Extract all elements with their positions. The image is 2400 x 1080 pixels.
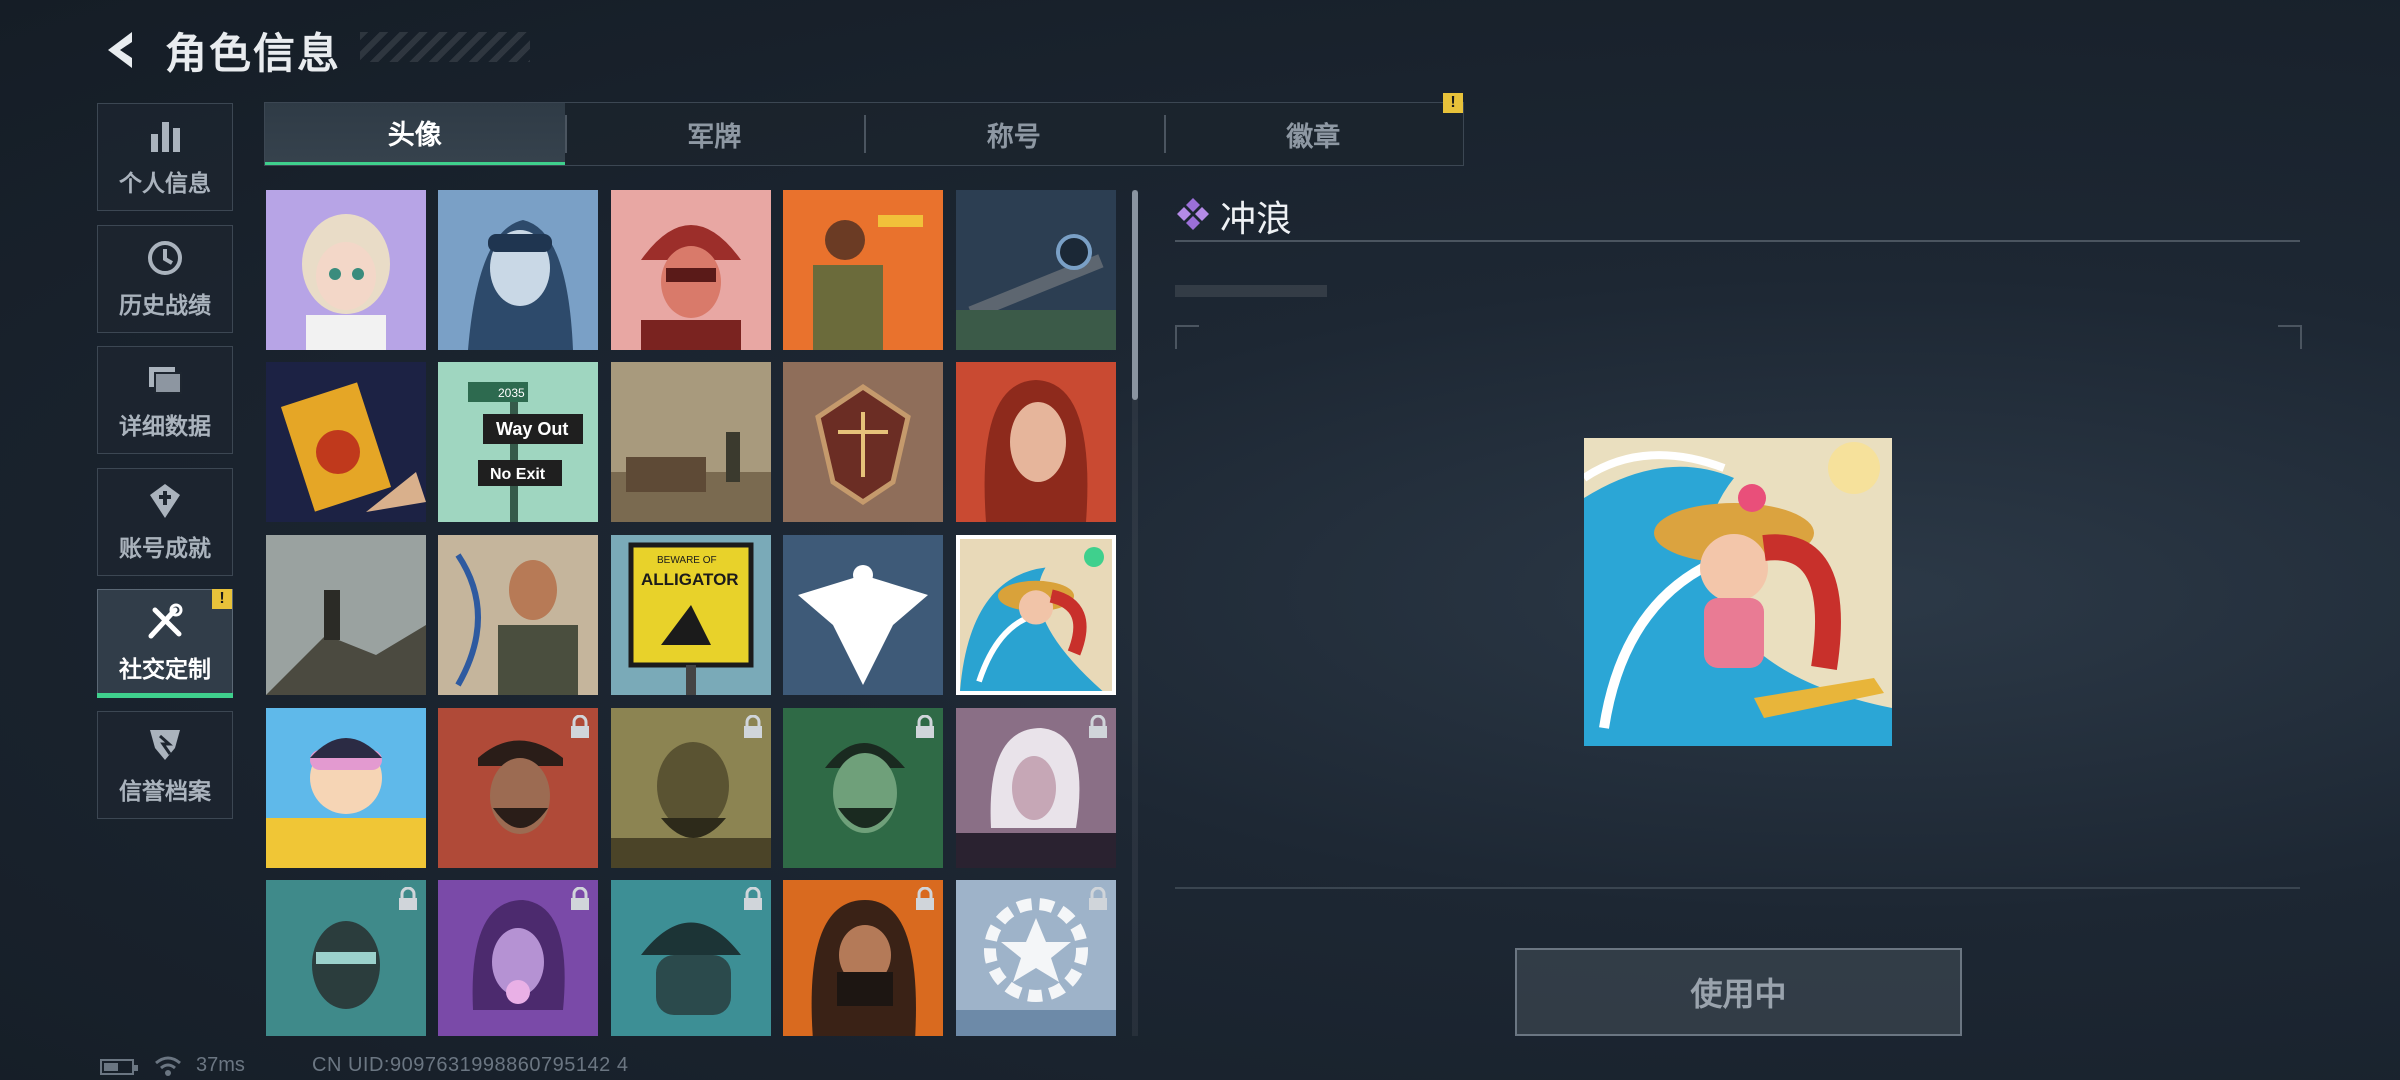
- lock-icon: [1089, 715, 1107, 738]
- avatar-red-helmet-soldier[interactable]: [611, 190, 771, 350]
- sidebar-item-label: 详细数据: [119, 413, 211, 439]
- lock-icon: [571, 715, 589, 738]
- sidebar-active-indicator: [97, 693, 233, 698]
- tab-avatar[interactable]: 头像: [265, 103, 565, 165]
- folder-icon: [149, 367, 182, 394]
- tools-icon: [148, 603, 183, 639]
- alert-badge: !: [212, 589, 232, 609]
- avatar-surfing-girl[interactable]: [956, 535, 1116, 695]
- divider: [1175, 240, 2300, 242]
- avatar-road-signs[interactable]: 2035 Way Out No Exit: [438, 362, 598, 522]
- avatar-glasses-operator[interactable]: [266, 880, 426, 1036]
- avatar-girl-headset[interactable]: [266, 190, 426, 350]
- avatar-masked-helmet-operator[interactable]: [611, 880, 771, 1036]
- frame-corner: [2278, 325, 2302, 349]
- sidebar-item-label: 账号成就: [119, 535, 211, 561]
- credit-shield-icon: [150, 730, 180, 760]
- sign-text: No Exit: [490, 466, 546, 483]
- title-decoration: [360, 32, 530, 62]
- lock-icon: [571, 887, 589, 910]
- lock-icon: [1089, 887, 1107, 910]
- avatar-mountain-peak-soldier[interactable]: [266, 535, 426, 695]
- avatar-pilot-goggles[interactable]: [438, 190, 598, 350]
- lock-icon: [399, 887, 417, 910]
- avatar-desert-wreck-soldier[interactable]: [611, 362, 771, 522]
- divider: [1175, 887, 2300, 889]
- sidebar-item-label: 信誉档案: [119, 778, 211, 804]
- purple-diamond-icon: [1177, 198, 1209, 230]
- achievement-icon: [150, 484, 180, 518]
- avatar-hand-card-flames[interactable]: [266, 362, 426, 522]
- ping-value: 37ms: [196, 1054, 245, 1076]
- tab-dogtag[interactable]: 军牌: [564, 103, 865, 165]
- page-title: 角色信息: [165, 30, 342, 77]
- history-clock-icon: [148, 241, 182, 275]
- sign-text: Way Out: [496, 419, 568, 439]
- avatar-preview: [1584, 438, 1892, 746]
- avatar-soldier-drone-orange[interactable]: [783, 190, 943, 350]
- avatar-red-hair-woman[interactable]: [956, 362, 1116, 522]
- avatar-long-hair-masked-operator[interactable]: [783, 880, 943, 1036]
- avatar-green-bearded-operator[interactable]: [783, 708, 943, 868]
- sidebar-item-history[interactable]: 历史战绩: [97, 225, 233, 333]
- avatar-scales-emblem[interactable]: [783, 362, 943, 522]
- bar-chart-icon: [151, 122, 180, 152]
- lock-icon: [916, 715, 934, 738]
- battery-icon: [100, 1059, 138, 1075]
- avatar-sniper-rifle[interactable]: [956, 190, 1116, 350]
- sidebar-item-label: 个人信息: [119, 170, 211, 196]
- avatar-bearded-cap-operator[interactable]: [438, 708, 598, 868]
- sign-text: ALLIGATOR: [641, 570, 739, 589]
- sidebar-item-credit[interactable]: 信誉档案: [97, 711, 233, 819]
- back-arrow-icon[interactable]: [98, 28, 142, 72]
- lock-icon: [744, 887, 762, 910]
- lock-icon: [916, 887, 934, 910]
- avatar-eagle-crest[interactable]: [783, 535, 943, 695]
- avatar-chibi-goggles-girl[interactable]: [266, 708, 426, 868]
- lock-icon: [744, 715, 762, 738]
- in-use-button[interactable]: 使用中: [1515, 948, 1962, 1036]
- sidebar-item-achievements[interactable]: 账号成就: [97, 468, 233, 576]
- tab-bar: 头像 军牌 称号 徽章: [264, 102, 1464, 166]
- tab-title[interactable]: 称号: [864, 103, 1164, 165]
- sidebar-item-profile[interactable]: 个人信息: [97, 103, 233, 211]
- avatar-name: 冲浪: [1220, 198, 1293, 239]
- avatar-bubblegum-operator[interactable]: [438, 880, 598, 1036]
- sign-text: 2035: [498, 386, 525, 400]
- avatar-archer-woman[interactable]: [438, 535, 598, 695]
- alert-badge: !: [1443, 93, 1463, 113]
- avatar-bald-headset-operator[interactable]: [611, 708, 771, 868]
- in-use-indicator: [1084, 547, 1104, 567]
- sidebar-item-details[interactable]: 详细数据: [97, 346, 233, 454]
- tab-badge[interactable]: 徽章: [1163, 103, 1464, 165]
- sign-text: BEWARE OF: [657, 555, 717, 566]
- wifi-icon: [155, 1056, 181, 1076]
- avatar-alligator-sign[interactable]: BEWARE OF ALLIGATOR: [611, 535, 771, 695]
- scrollbar-thumb[interactable]: [1132, 190, 1138, 400]
- frame-corner: [1175, 325, 1199, 349]
- sidebar-item-label: 历史战绩: [119, 292, 211, 318]
- avatar-star-gear-emblem[interactable]: [956, 880, 1116, 1036]
- user-uid: CN UID:9097631998860795142 4: [312, 1054, 629, 1076]
- avatar-grid: 2035 Way Out No Exit BEWARE OF ALLIGATOR: [264, 190, 1120, 1036]
- sidebar-item-label: 社交定制: [119, 656, 211, 682]
- detail-subtext-placeholder: [1175, 285, 1327, 297]
- avatar-white-hair-operator[interactable]: [956, 708, 1116, 868]
